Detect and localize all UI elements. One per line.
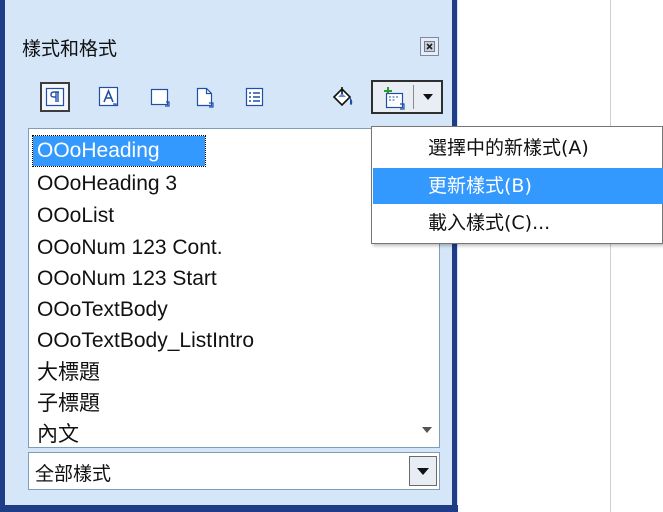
page-styles-button[interactable] bbox=[190, 82, 220, 112]
close-icon bbox=[424, 41, 435, 52]
list-item[interactable]: OOoList bbox=[37, 201, 114, 231]
list-item[interactable]: 大標題 bbox=[37, 358, 100, 388]
list-item[interactable]: OOoNum 123 Start bbox=[37, 264, 217, 294]
frame-styles-button[interactable] bbox=[145, 82, 175, 112]
list-item[interactable]: OOoHeading 3 bbox=[37, 169, 177, 199]
list-item[interactable]: OOoNum 123 Cont. bbox=[37, 233, 223, 263]
paragraph-styles-icon bbox=[45, 87, 65, 107]
list-item[interactable]: OOoTextBody_ListIntro bbox=[37, 326, 254, 356]
style-filter-dropdown-button[interactable] bbox=[409, 456, 437, 486]
split-separator bbox=[413, 85, 414, 109]
style-filter-select[interactable]: 全部樣式 bbox=[28, 452, 440, 490]
panel-left-border bbox=[0, 0, 5, 512]
menu-item-new-style-from-selection[interactable]: 選擇中的新樣式(A) bbox=[373, 130, 663, 166]
list-styles-button[interactable] bbox=[240, 82, 270, 112]
scroll-down-icon bbox=[422, 427, 432, 433]
new-style-menu: 選擇中的新樣式(A) 更新樣式(B) 載入樣式(C)... bbox=[371, 126, 663, 244]
new-style-icon-wrap[interactable] bbox=[379, 85, 407, 115]
page-styles-icon bbox=[196, 87, 214, 108]
new-style-icon bbox=[384, 87, 405, 110]
fill-format-mode-button[interactable] bbox=[328, 82, 358, 112]
list-styles-icon bbox=[245, 87, 264, 107]
style-filter-value: 全部樣式 bbox=[35, 463, 112, 485]
new-style-split-button[interactable] bbox=[371, 80, 443, 114]
character-styles-icon bbox=[98, 86, 119, 107]
list-item[interactable]: 內文 bbox=[37, 420, 79, 447]
chevron-down-icon bbox=[417, 467, 429, 475]
menu-item-load-styles[interactable]: 載入樣式(C)... bbox=[373, 205, 663, 241]
document-area bbox=[458, 0, 663, 512]
paint-bucket-icon bbox=[332, 87, 353, 107]
scroll-down-button[interactable] bbox=[417, 415, 437, 445]
menu-item-update-style[interactable]: 更新樣式(B) bbox=[373, 168, 663, 204]
list-item[interactable]: 子標題 bbox=[37, 389, 100, 419]
frame-styles-icon bbox=[150, 88, 170, 107]
styles-and-formatting-panel: 樣式和格式 OOoHeading OOoHeading 3 OOoList OO… bbox=[0, 0, 458, 512]
chevron-down-icon[interactable] bbox=[423, 94, 433, 100]
close-button[interactable] bbox=[420, 37, 439, 56]
panel-title: 樣式和格式 bbox=[22, 38, 118, 60]
page-margin-line bbox=[610, 0, 611, 512]
panel-bottom-edge bbox=[0, 505, 458, 512]
list-item[interactable]: OOoHeading bbox=[37, 136, 160, 166]
list-item[interactable]: OOoTextBody bbox=[37, 295, 168, 325]
paragraph-styles-button[interactable] bbox=[40, 82, 70, 112]
panel-right-border bbox=[452, 0, 457, 512]
character-styles-button[interactable] bbox=[94, 82, 124, 112]
